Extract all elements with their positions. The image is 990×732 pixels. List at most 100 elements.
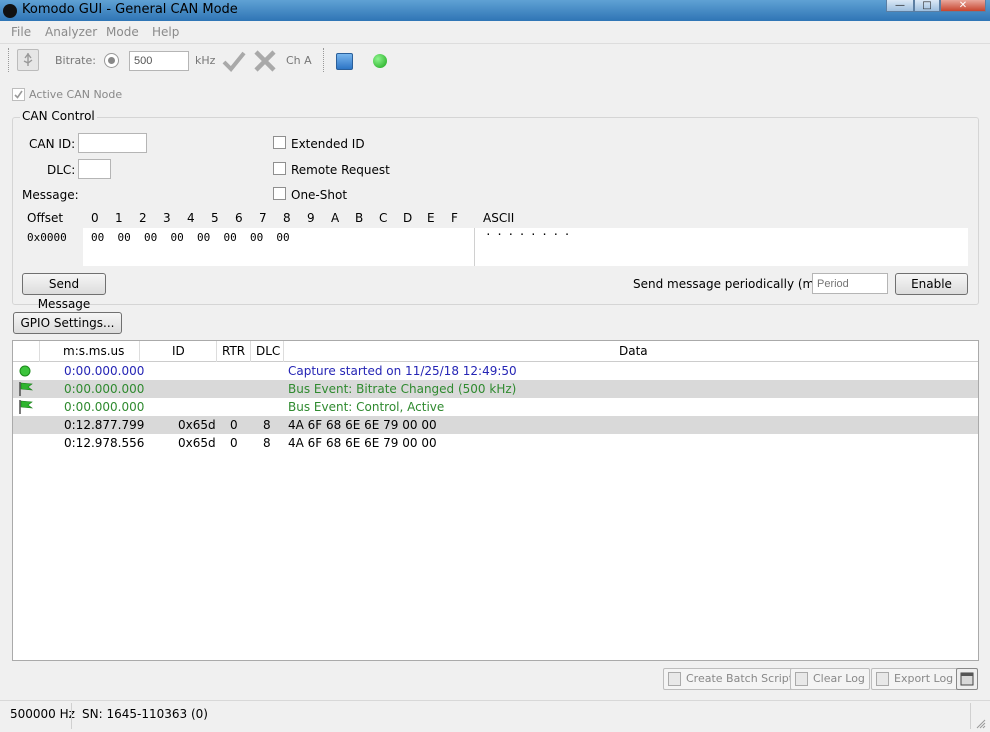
toolbar-separator bbox=[323, 48, 326, 72]
header-id[interactable]: ID bbox=[172, 344, 185, 358]
hex-ascii-divider bbox=[474, 228, 475, 266]
header-separator bbox=[39, 341, 40, 362]
header-separator bbox=[250, 341, 251, 362]
hex-col-6: 6 bbox=[235, 211, 243, 225]
ascii-data[interactable]: · · · · · · · · bbox=[485, 228, 570, 241]
status-frequency: 500000 Hz bbox=[10, 707, 75, 721]
header-rtr[interactable]: RTR bbox=[222, 344, 245, 358]
menu-help[interactable]: Help bbox=[152, 25, 179, 39]
status-green-dot-icon bbox=[373, 54, 387, 68]
cell-time: 0:00.000.000 bbox=[64, 382, 145, 396]
usb-connect-icon[interactable] bbox=[17, 49, 39, 71]
cell-id: 0x65d bbox=[178, 436, 216, 450]
window-title: Komodo GUI - General CAN Mode bbox=[22, 2, 238, 17]
table-row[interactable]: 0:12.877.799 0x65d 0 8 4A 6F 68 6E 6E 79 00 … bbox=[13, 416, 978, 434]
remote-request-label: Remote Request bbox=[291, 163, 390, 177]
cell-time: 0:12.877.799 bbox=[64, 418, 145, 432]
header-time[interactable]: m:s.ms.us bbox=[63, 344, 124, 358]
can-id-label: CAN ID: bbox=[29, 137, 76, 151]
green-flag-icon bbox=[19, 400, 34, 414]
log-window-icon bbox=[960, 672, 974, 686]
clear-log-button[interactable]: Clear Log bbox=[790, 668, 870, 690]
export-log-button[interactable]: Export Log bbox=[871, 668, 959, 690]
hex-col-2: 2 bbox=[139, 211, 147, 225]
enable-button[interactable]: Enable bbox=[895, 273, 968, 295]
menu-file[interactable]: File bbox=[11, 25, 31, 39]
cell-rtr: 0 bbox=[230, 436, 238, 450]
cell-data: 4A 6F 68 6E 6E 79 00 00 bbox=[288, 436, 437, 450]
menu-mode[interactable]: Mode bbox=[106, 25, 139, 39]
extended-id-checkbox[interactable] bbox=[273, 136, 286, 149]
active-can-node-checkbox[interactable] bbox=[12, 88, 25, 101]
bitrate-radio[interactable] bbox=[104, 53, 119, 68]
status-divider bbox=[71, 703, 72, 729]
hex-offset-value: 0x0000 bbox=[27, 231, 67, 244]
bitrate-unit: kHz bbox=[195, 54, 216, 67]
cell-data: Bus Event: Bitrate Changed (500 kHz) bbox=[288, 382, 517, 396]
table-row[interactable]: 0:00.000.000 Bus Event: Bitrate Changed (… bbox=[13, 380, 978, 398]
send-message-button[interactable]: Send Message bbox=[22, 273, 106, 311]
remote-request-checkbox[interactable] bbox=[273, 162, 286, 175]
hex-col-b: B bbox=[355, 211, 364, 225]
hex-data-bytes[interactable]: 00 00 00 00 00 00 00 00 bbox=[91, 231, 290, 244]
status-bar: 500000 Hz SN: 1645-110363 (0) bbox=[0, 700, 990, 732]
period-input[interactable] bbox=[812, 273, 888, 294]
ascii-header: ASCII bbox=[483, 211, 515, 225]
hex-col-d: D bbox=[403, 211, 413, 225]
cell-data: Capture started on 11/25/18 12:49:50 bbox=[288, 364, 517, 378]
green-dot-icon bbox=[19, 365, 31, 377]
offset-header: Offset bbox=[27, 211, 64, 225]
table-row[interactable]: 0:12.978.556 0x65d 0 8 4A 6F 68 6E 6E 79 00 … bbox=[13, 434, 978, 452]
title-bar: Komodo GUI - General CAN Mode — □ ✕ bbox=[0, 0, 990, 21]
menu-bar: File Analyzer Mode Help bbox=[0, 21, 990, 43]
hex-col-a: A bbox=[331, 211, 340, 225]
create-batch-script-label: Create Batch Script bbox=[686, 672, 794, 685]
close-button[interactable]: ✕ bbox=[940, 0, 986, 12]
cell-dlc: 8 bbox=[263, 418, 271, 432]
bitrate-label: Bitrate: bbox=[55, 54, 96, 67]
active-can-node-label: Active CAN Node bbox=[29, 88, 123, 101]
table-row[interactable]: 0:00.000.000 Capture started on 11/25/18 … bbox=[13, 362, 978, 380]
hex-col-8: 8 bbox=[283, 211, 291, 225]
cell-time: 0:00.000.000 bbox=[64, 364, 145, 378]
hex-col-e: E bbox=[427, 211, 435, 225]
dlc-label: DLC: bbox=[47, 163, 76, 177]
header-dlc[interactable]: DLC bbox=[256, 344, 280, 358]
resize-grip-icon[interactable] bbox=[976, 718, 986, 729]
apply-check-icon[interactable] bbox=[222, 50, 246, 75]
clear-log-label: Clear Log bbox=[813, 672, 865, 685]
toolbar-grip bbox=[8, 48, 11, 72]
app-icon bbox=[3, 4, 17, 18]
hex-col-c: C bbox=[379, 211, 388, 225]
one-shot-label: One-Shot bbox=[291, 188, 348, 202]
stop-capture-icon[interactable] bbox=[336, 53, 353, 70]
menu-analyzer[interactable]: Analyzer bbox=[45, 25, 97, 39]
cancel-x-icon[interactable] bbox=[253, 50, 277, 75]
dlc-input[interactable] bbox=[78, 159, 111, 179]
status-serial: SN: 1645-110363 (0) bbox=[82, 707, 208, 721]
table-row[interactable]: 0:00.000.000 Bus Event: Control, Active bbox=[13, 398, 978, 416]
create-batch-script-button[interactable]: Create Batch Script bbox=[663, 668, 799, 690]
capture-log-table[interactable]: m:s.ms.us ID RTR DLC Data 0:00.000.000 Ca… bbox=[12, 340, 979, 661]
cell-data: 4A 6F 68 6E 6E 79 00 00 bbox=[288, 418, 437, 432]
header-separator bbox=[139, 341, 140, 362]
hex-col-4: 4 bbox=[187, 211, 195, 225]
cell-time: 0:12.978.556 bbox=[64, 436, 145, 450]
extended-id-label: Extended ID bbox=[291, 137, 365, 151]
log-header: m:s.ms.us ID RTR DLC Data bbox=[13, 341, 978, 362]
gpio-settings-button[interactable]: GPIO Settings... bbox=[13, 312, 122, 334]
batch-script-icon bbox=[668, 672, 681, 686]
status-divider bbox=[970, 703, 971, 729]
bitrate-input[interactable] bbox=[129, 51, 189, 71]
export-log-icon bbox=[876, 672, 889, 686]
log-options-button[interactable] bbox=[956, 668, 978, 690]
message-label: Message: bbox=[22, 188, 79, 202]
header-data[interactable]: Data bbox=[619, 344, 648, 358]
green-flag-icon bbox=[19, 382, 34, 396]
can-id-input[interactable] bbox=[78, 133, 147, 153]
one-shot-checkbox[interactable] bbox=[273, 187, 286, 200]
minimize-button[interactable]: — bbox=[886, 0, 914, 12]
periodic-label: Send message periodically (ms): bbox=[633, 277, 830, 291]
cell-dlc: 8 bbox=[263, 436, 271, 450]
maximize-button[interactable]: □ bbox=[914, 0, 940, 12]
